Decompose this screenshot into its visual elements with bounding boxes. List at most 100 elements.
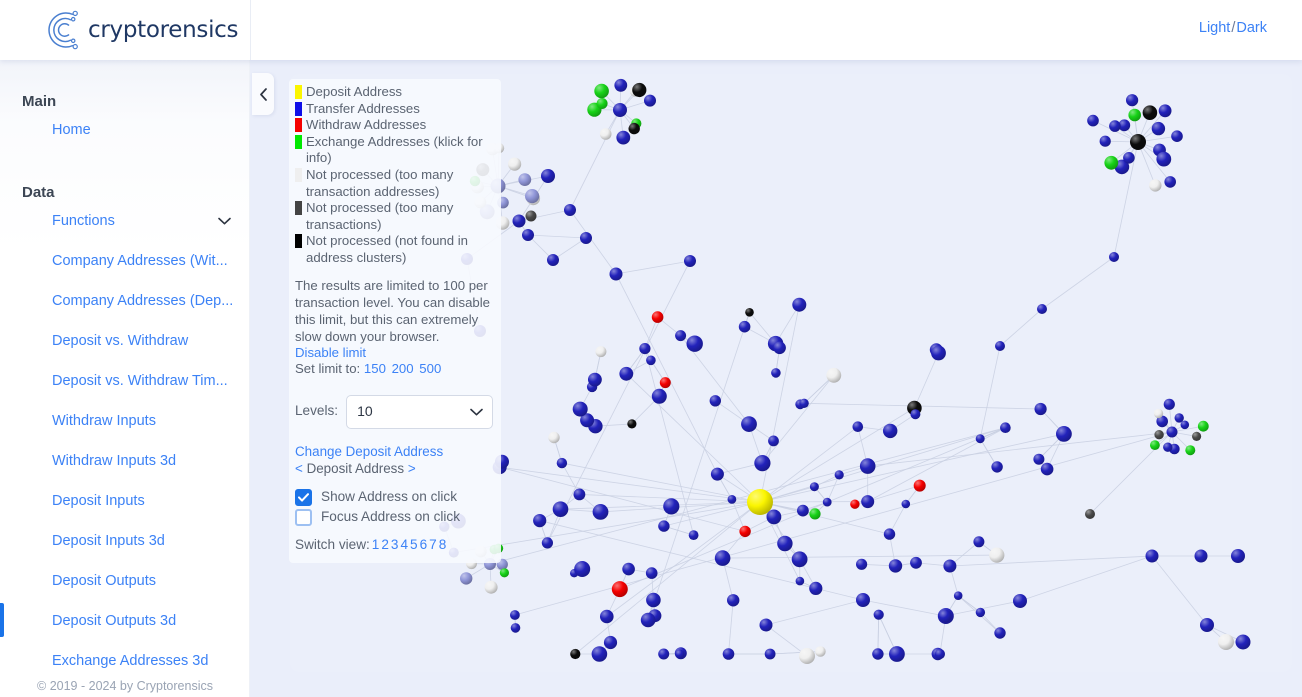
graph-node[interactable]	[611, 581, 628, 598]
graph-node[interactable]	[512, 214, 526, 228]
graph-node[interactable]	[525, 210, 537, 222]
graph-node[interactable]	[994, 627, 1006, 639]
graph-node[interactable]	[1099, 135, 1111, 147]
graph-node[interactable]	[1164, 176, 1176, 188]
graph-node[interactable]	[777, 535, 793, 552]
graph-node[interactable]	[859, 458, 876, 474]
graph-node[interactable]	[1218, 634, 1234, 650]
graph-node[interactable]	[591, 646, 608, 662]
graph-node[interactable]	[913, 479, 926, 492]
sidebar-item-deposit-vs-withdraw-tim[interactable]: Deposit vs. Withdraw Tim...	[0, 361, 249, 401]
graph-node[interactable]	[1200, 618, 1214, 632]
graph-node[interactable]	[739, 525, 751, 538]
graph-node[interactable]	[1087, 114, 1099, 127]
graph-node[interactable]	[600, 609, 614, 624]
graph-node[interactable]	[522, 229, 534, 241]
graph-node[interactable]	[609, 267, 623, 281]
graph-node[interactable]	[639, 343, 651, 355]
graph-node[interactable]	[688, 530, 699, 540]
graph-node[interactable]	[1197, 420, 1209, 432]
graph-node[interactable]	[658, 648, 670, 660]
graph-node[interactable]	[541, 169, 555, 183]
graph-node[interactable]	[834, 470, 844, 480]
graph-node[interactable]	[766, 509, 782, 525]
graph-node[interactable]	[1235, 634, 1251, 650]
graph-node[interactable]	[592, 504, 609, 520]
graph-node[interactable]	[738, 320, 751, 333]
graph-node[interactable]	[1231, 549, 1245, 563]
graph-node[interactable]	[552, 501, 569, 517]
graph-node[interactable]	[722, 648, 735, 660]
graph-node[interactable]	[873, 609, 884, 620]
chevron-down-icon[interactable]	[218, 217, 231, 225]
graph-node[interactable]	[768, 435, 779, 447]
graph-node[interactable]	[754, 455, 771, 472]
graph-node[interactable]	[646, 355, 656, 366]
sidebar-item-deposit-outputs-3d[interactable]: Deposit Outputs 3d	[0, 601, 249, 641]
graph-node[interactable]	[910, 409, 921, 420]
graph-node[interactable]	[613, 103, 627, 117]
graph-node[interactable]	[773, 341, 786, 355]
next-address-arrow[interactable]: >	[408, 461, 416, 476]
graph-node[interactable]	[856, 593, 870, 607]
graph-node[interactable]	[953, 591, 963, 600]
graph-node[interactable]	[644, 94, 656, 107]
disable-limit-link[interactable]: Disable limit	[295, 345, 493, 362]
graph-node[interactable]	[1123, 152, 1135, 164]
sidebar-item-withdraw-inputs[interactable]: Withdraw Inputs	[0, 401, 249, 441]
graph-node[interactable]	[795, 576, 805, 586]
set-limit-option-500[interactable]: 500	[419, 361, 441, 376]
graph-node[interactable]	[943, 559, 957, 573]
graph-node[interactable]	[588, 372, 602, 387]
graph-node[interactable]	[627, 419, 637, 429]
graph-node[interactable]	[1109, 252, 1119, 262]
graph-node[interactable]	[541, 537, 553, 549]
graph-node[interactable]	[799, 648, 815, 664]
graph-node[interactable]	[663, 498, 680, 515]
change-deposit-address-link[interactable]: Change Deposit Address	[295, 444, 493, 461]
graph-node[interactable]	[572, 401, 588, 417]
graph-node[interactable]	[619, 366, 634, 381]
graph-node[interactable]	[640, 612, 656, 628]
graph-node[interactable]	[547, 254, 559, 266]
levels-select[interactable]: 10	[346, 394, 493, 429]
graph-node[interactable]	[573, 488, 586, 501]
graph-node[interactable]	[799, 398, 809, 408]
graph-node[interactable]	[1163, 442, 1173, 452]
graph-node[interactable]	[1142, 105, 1158, 120]
graph-node[interactable]	[574, 561, 591, 577]
graph-node[interactable]	[759, 618, 773, 632]
graph-node[interactable]	[741, 416, 757, 432]
graph-node[interactable]	[852, 421, 864, 433]
graph-node[interactable]	[861, 495, 875, 509]
graph-node[interactable]	[632, 82, 647, 98]
sidebar-item-deposit-vs-withdraw[interactable]: Deposit vs. Withdraw	[0, 321, 249, 361]
graph-node[interactable]	[1163, 398, 1175, 410]
graph-node[interactable]	[651, 311, 664, 323]
graph-node[interactable]	[856, 558, 868, 570]
graph-node[interactable]	[1153, 408, 1164, 419]
graph-node[interactable]	[499, 568, 509, 578]
graph-node[interactable]	[710, 467, 724, 481]
graph-node[interactable]	[995, 341, 1005, 351]
graph-node[interactable]	[815, 646, 826, 657]
graph-node[interactable]	[826, 367, 842, 383]
graph-node[interactable]	[745, 308, 754, 317]
graph-node[interactable]	[883, 528, 896, 540]
graph-node[interactable]	[1013, 594, 1027, 608]
graph-node[interactable]	[989, 547, 1005, 563]
graph-node[interactable]	[1180, 420, 1190, 430]
graph-node[interactable]	[645, 567, 658, 579]
switch-view-option-5[interactable]: 5	[410, 537, 418, 552]
sidebar-collapse-button[interactable]	[252, 73, 274, 115]
set-limit-option-200[interactable]: 200	[392, 361, 414, 376]
graph-node[interactable]	[594, 83, 609, 99]
graph-node[interactable]	[727, 495, 737, 504]
graph-node[interactable]	[714, 550, 731, 566]
sidebar-item-functions[interactable]: Functions	[0, 201, 249, 241]
graph-node[interactable]	[850, 499, 860, 509]
switch-view-option-1[interactable]: 1	[372, 537, 380, 552]
sidebar-item-company-addresses-wit[interactable]: Company Addresses (Wit...	[0, 241, 249, 281]
graph-node[interactable]	[901, 499, 911, 509]
graph-node[interactable]	[1000, 422, 1011, 434]
